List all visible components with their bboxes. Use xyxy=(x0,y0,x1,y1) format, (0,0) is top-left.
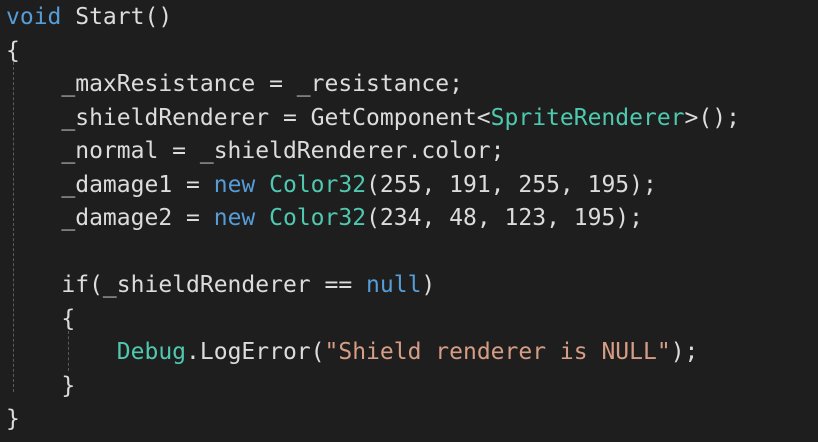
code-token-default: if(_shieldRenderer == xyxy=(6,272,367,298)
code-token-keyword: null xyxy=(366,272,422,298)
code-token-type: Color32 xyxy=(269,205,367,231)
code-token-default: _damage1 = xyxy=(6,171,214,198)
code-line[interactable]: if(_shieldRenderer == null) xyxy=(6,268,435,302)
code-token-default: _shieldRenderer = GetComponent< xyxy=(6,104,491,131)
code-token-default: ); xyxy=(670,339,699,365)
code-token-default: _maxResistance = _resistance; xyxy=(6,71,463,97)
code-token-keyword: void xyxy=(6,4,62,30)
code-token-default: _damage2 = xyxy=(6,205,214,231)
code-line[interactable]: _damage2 = new Color32(234, 48, 123, 195… xyxy=(6,201,643,235)
code-token-default: (255, 191, 255, 195); xyxy=(366,171,657,198)
code-line[interactable]: } xyxy=(6,369,75,403)
code-token-keyword: new xyxy=(213,205,256,231)
code-line[interactable]: } xyxy=(6,402,20,436)
code-token-type: Debug xyxy=(116,339,187,365)
code-token-default: (234, 48, 123, 195); xyxy=(366,205,644,231)
code-line[interactable]: _maxResistance = _resistance; xyxy=(6,67,463,101)
code-line[interactable]: _damage1 = new Color32(255, 191, 255, 19… xyxy=(6,168,657,202)
code-token-default: Start() xyxy=(61,4,173,30)
code-line[interactable]: _normal = _shieldRenderer.color; xyxy=(6,134,505,168)
code-line[interactable]: Debug.LogError("Shield renderer is NULL"… xyxy=(6,335,699,369)
code-token-keyword: new xyxy=(213,171,256,198)
code-line[interactable]: void Start() xyxy=(6,0,172,34)
code-token-default xyxy=(6,339,117,365)
code-token-default: .LogError( xyxy=(186,339,325,365)
code-line[interactable]: { xyxy=(6,302,75,336)
code-token-default: } xyxy=(6,406,20,432)
code-token-default: } xyxy=(6,372,76,399)
code-token-default xyxy=(255,205,269,231)
code-line[interactable]: { xyxy=(6,34,20,68)
code-token-string: "Shield renderer is NULL" xyxy=(324,339,671,365)
code-token-default: { xyxy=(6,305,76,332)
code-token-default xyxy=(255,172,269,198)
code-token-default: ) xyxy=(421,272,436,298)
code-editor[interactable]: void Start() { _maxResistance = _resistan… xyxy=(0,0,818,442)
code-token-default: _normal = _shieldRenderer.color; xyxy=(6,138,505,164)
code-token-type: SpriteRenderer xyxy=(490,104,685,131)
code-line[interactable]: _shieldRenderer = GetComponent<SpriteRen… xyxy=(6,101,740,135)
code-token-default: >(); xyxy=(684,104,740,131)
code-token-default: { xyxy=(6,37,20,64)
code-token-type: Color32 xyxy=(269,171,367,198)
